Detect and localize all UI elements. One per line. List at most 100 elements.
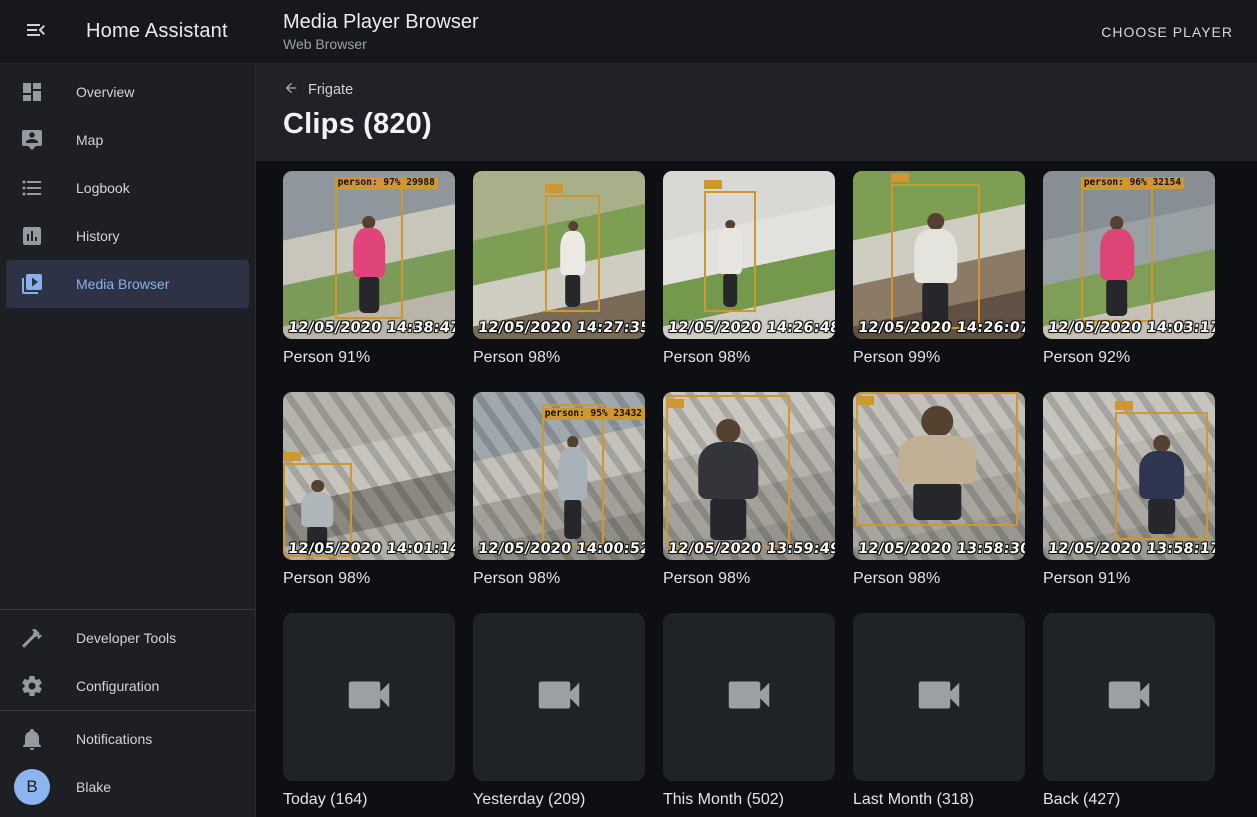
person-figure: [716, 204, 744, 307]
folders-grid: Today (164) Yesterday (209) This Month (…: [283, 613, 1230, 817]
sidebar-item-label: Notifications: [76, 731, 152, 747]
app-header-left: Home Assistant: [0, 12, 256, 52]
page-heading: Clips (820): [283, 108, 1230, 141]
clip-caption: Person 98%: [283, 567, 455, 591]
detection-bbox: [891, 184, 980, 328]
sidebar-item-overview[interactable]: Overview: [6, 68, 249, 116]
sidebar-item-notifications[interactable]: Notifications: [6, 715, 249, 763]
clip-thumbnail: 12/05/2020 14:01:14: [283, 392, 455, 560]
folder-caption: This Month (502): [663, 788, 835, 812]
hammer-icon: [20, 626, 44, 650]
menu-open-icon: [24, 18, 48, 45]
sidebar-toggle-button[interactable]: [16, 12, 56, 52]
sidebar-item-logbook[interactable]: Logbook: [6, 164, 249, 212]
clip-timestamp: 12/05/2020 14:26:48: [667, 320, 835, 336]
clip-caption: Person 92%: [1043, 346, 1215, 370]
video-camera-icon: [1102, 668, 1156, 727]
person-figure: [556, 418, 590, 539]
video-camera-icon: [722, 668, 776, 727]
app-header: Home Assistant Media Player Browser Web …: [0, 0, 1257, 64]
clip-caption: Person 98%: [853, 567, 1025, 591]
clip-item[interactable]: 12/05/2020 14:27:35 Person 98%: [473, 171, 645, 370]
clip-timestamp: 12/05/2020 13:58:17: [1047, 541, 1215, 557]
sidebar-item-user-blake[interactable]: B Blake: [6, 763, 249, 811]
folder-item-this-month[interactable]: This Month (502): [663, 613, 835, 812]
clip-item[interactable]: 12/05/2020 14:01:14 Person 98%: [283, 392, 455, 591]
detection-label: person: 95% 23432: [542, 408, 645, 420]
page-title-block: Media Player Browser Web Browser: [283, 10, 479, 53]
breadcrumb-back-frigate[interactable]: Frigate: [283, 78, 353, 101]
detection-bbox: person: 97% 29988: [335, 188, 404, 319]
sidebar-item-label: Overview: [76, 84, 134, 100]
page-subtitle: Web Browser: [283, 35, 479, 53]
clip-caption: Person 98%: [473, 567, 645, 591]
format-list-bulleted-icon: [20, 176, 44, 200]
clip-caption: Person 98%: [663, 346, 835, 370]
detection-label: person: 96% 32154: [1081, 177, 1184, 189]
detection-label: [283, 452, 301, 461]
detection-bbox: [704, 191, 756, 312]
detection-bbox: [666, 395, 790, 546]
choose-player-button[interactable]: CHOOSE PLAYER: [1085, 14, 1249, 50]
clip-timestamp: 12/05/2020 14:00:52: [477, 541, 645, 557]
clip-timestamp: 12/05/2020 14:38:47: [287, 320, 455, 336]
folder-item-last-month[interactable]: Last Month (318): [853, 613, 1025, 812]
detection-label: [704, 180, 722, 189]
clip-item[interactable]: 12/05/2020 14:26:48 Person 98%: [663, 171, 835, 370]
sidebar-item-label: Logbook: [76, 180, 130, 196]
cog-icon: [20, 674, 44, 698]
detection-bbox: [1115, 412, 1208, 540]
folder-caption: Today (164): [283, 788, 455, 812]
breadcrumb-label: Frigate: [308, 82, 353, 98]
folder-item-today[interactable]: Today (164): [283, 613, 455, 812]
sidebar-item-developer-tools[interactable]: Developer Tools: [6, 614, 249, 662]
clip-item[interactable]: 12/05/2020 13:59:49 Person 98%: [663, 392, 835, 591]
sidebar-item-label: Media Browser: [76, 276, 169, 292]
view-dashboard-icon: [20, 80, 44, 104]
sidebar-item-configuration[interactable]: Configuration: [6, 662, 249, 710]
detection-bbox: person: 95% 23432: [542, 404, 604, 545]
folder-caption: Back (427): [1043, 788, 1215, 812]
chart-box-icon: [20, 224, 44, 248]
clip-item[interactable]: 12/05/2020 13:58:30 Person 98%: [853, 392, 1025, 591]
sidebar: Overview Map Logbook History Media Brows…: [0, 64, 256, 817]
clip-thumbnail: 12/05/2020 14:26:07: [853, 171, 1025, 339]
folder-thumbnail: [663, 613, 835, 781]
bell-icon: [20, 727, 44, 751]
clip-item[interactable]: 12/05/2020 14:26:07 Person 99%: [853, 171, 1025, 370]
sidebar-tools-list: Developer Tools Configuration: [0, 610, 255, 710]
clip-timestamp: 12/05/2020 14:01:14: [287, 541, 455, 557]
person-figure: [350, 201, 388, 313]
clip-item[interactable]: person: 95% 23432 12/05/2020 14:00:52 Pe…: [473, 392, 645, 591]
arrow-left-icon: [283, 80, 299, 99]
folder-thumbnail: [283, 613, 455, 781]
sidebar-item-history[interactable]: History: [6, 212, 249, 260]
clip-item[interactable]: person: 97% 29988 12/05/2020 14:38:47 Pe…: [283, 171, 455, 370]
detection-label: [545, 184, 563, 193]
folder-caption: Yesterday (209): [473, 788, 645, 812]
avatar: B: [14, 769, 50, 805]
sidebar-item-media-browser[interactable]: Media Browser: [6, 260, 249, 308]
detection-label: [856, 396, 874, 405]
folder-item-back[interactable]: Back (427): [1043, 613, 1215, 812]
folder-caption: Last Month (318): [853, 788, 1025, 812]
detection-bbox: [856, 392, 1018, 526]
person-figure: [892, 406, 983, 521]
video-camera-icon: [532, 668, 586, 727]
clip-thumbnail: person: 97% 29988 12/05/2020 14:38:47: [283, 171, 455, 339]
detection-label: [666, 399, 684, 408]
clip-thumbnail: 12/05/2020 13:59:49: [663, 392, 835, 560]
content-header: Frigate Clips (820): [256, 64, 1257, 161]
clip-item[interactable]: person: 96% 32154 12/05/2020 14:03:17 Pe…: [1043, 171, 1215, 370]
clip-caption: Person 98%: [473, 346, 645, 370]
folder-item-yesterday[interactable]: Yesterday (209): [473, 613, 645, 812]
sidebar-item-map[interactable]: Map: [6, 116, 249, 164]
clip-thumbnail: 12/05/2020 14:26:48: [663, 171, 835, 339]
video-camera-icon: [342, 668, 396, 727]
clip-item[interactable]: 12/05/2020 13:58:17 Person 91%: [1043, 392, 1215, 591]
clip-caption: Person 99%: [853, 346, 1025, 370]
person-figure: [1097, 202, 1137, 317]
detection-label: [891, 173, 909, 182]
page-title: Media Player Browser: [283, 10, 479, 34]
person-figure: [1136, 425, 1188, 534]
